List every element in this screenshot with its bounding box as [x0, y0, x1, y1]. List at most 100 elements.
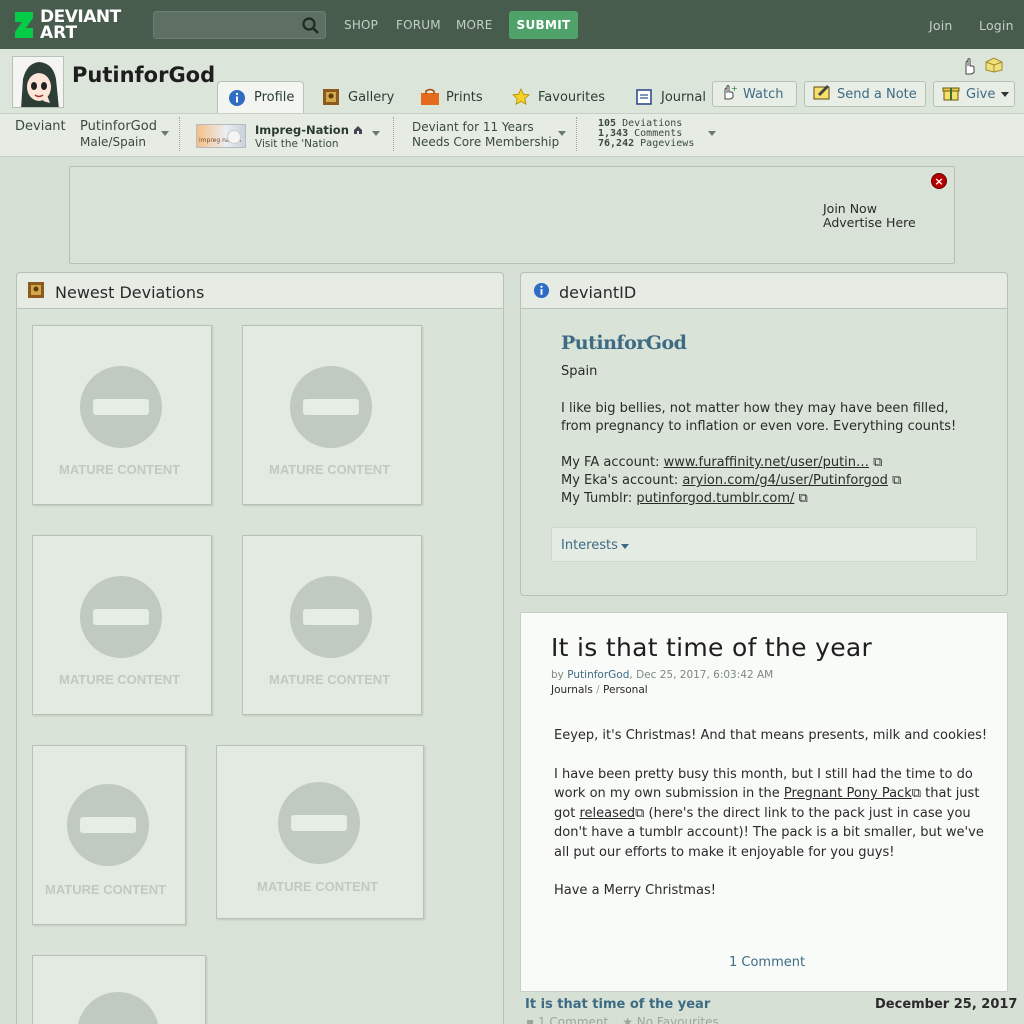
tab-prints-label: Prints	[446, 89, 483, 105]
favourite-stat[interactable]: ★ No Favourites	[622, 1015, 719, 1024]
pregnant-pony-pack-link[interactable]: Pregnant Pony Pack	[784, 786, 912, 801]
mature-content-bar	[80, 817, 136, 833]
deviantid-bio: I like big bellies, not matter how they …	[561, 401, 957, 434]
tumblr-link[interactable]: putinforgod.tumblr.com/	[636, 491, 794, 506]
forum-link[interactable]: FORUM	[396, 18, 441, 32]
mature-content-label: MATURE CONTENT	[257, 879, 379, 894]
comment-count: 1 Comment	[537, 1015, 609, 1024]
fa-account-link[interactable]: www.furaffinity.net/user/putin…	[664, 455, 869, 470]
deviantid-accounts: My FA account: www.furaffinity.net/user/…	[561, 454, 981, 508]
info-gender-location: Male/Spain	[80, 135, 146, 149]
mature-content-label: MATURE CONTENT	[59, 672, 181, 687]
journal-comments-link[interactable]: 1 Comment	[729, 955, 805, 970]
chevron-down-icon[interactable]	[558, 131, 566, 136]
shopping-bag-icon	[420, 88, 439, 106]
give-button-label: Give	[966, 86, 996, 102]
deviation-thumb[interactable]: MATURE CONTENT	[242, 535, 422, 715]
submit-button[interactable]: SUBMIT	[509, 11, 578, 39]
send-note-button[interactable]: Send a Note	[804, 81, 926, 107]
deviant-for: Deviant for 11 Years	[412, 120, 534, 134]
category-journals-link[interactable]: Journals	[551, 684, 593, 696]
deviant-label: Deviant	[15, 119, 66, 134]
chevron-down-icon	[1001, 91, 1010, 97]
gift-box-icon[interactable]	[985, 57, 1003, 77]
chevron-down-icon[interactable]	[708, 131, 716, 136]
mature-content-bar	[93, 399, 149, 415]
tab-favourites[interactable]: Favourites	[502, 81, 615, 113]
journal-footer-date: December 25, 2017	[875, 997, 1018, 1012]
logo-text-line2: ART	[40, 23, 78, 43]
avatar[interactable]	[12, 56, 64, 108]
shop-link[interactable]: SHOP	[344, 18, 378, 32]
external-link-icon: ⧉	[794, 491, 808, 506]
watch-button-label: Watch	[743, 86, 784, 102]
journal-footer-title[interactable]: It is that time of the year	[525, 997, 710, 1012]
more-link[interactable]: MORE	[456, 18, 493, 32]
deviation-thumb[interactable]	[32, 955, 206, 1024]
interests-toggle[interactable]: Interests	[551, 527, 977, 562]
deviation-thumb[interactable]: MATURE CONTENT	[242, 325, 422, 505]
tab-journal[interactable]: Journal	[625, 81, 716, 113]
group-name[interactable]: Impreg-Nation	[255, 123, 349, 137]
close-icon[interactable]: ×	[931, 173, 947, 189]
favourite-count: No Favourites	[636, 1015, 719, 1024]
gift-icon	[942, 83, 960, 105]
mature-content-label: MATURE CONTENT	[59, 462, 181, 477]
star-icon: ★	[622, 1015, 637, 1024]
ad-join-now[interactable]: Join Now	[823, 201, 877, 216]
stat-pageviews-count: 76,242	[598, 138, 635, 149]
join-link[interactable]: Join	[929, 18, 953, 33]
chevron-down-icon[interactable]	[372, 131, 380, 136]
note-icon	[813, 84, 831, 104]
search-input[interactable]	[153, 11, 326, 39]
group-subtitle[interactable]: Visit the 'Nation	[255, 138, 339, 150]
divider	[393, 117, 394, 151]
mature-content-label: MATURE CONTENT	[269, 672, 391, 687]
deviation-thumb[interactable]: MATURE CONTENT	[32, 745, 186, 925]
released-link[interactable]: released	[579, 806, 635, 821]
comment-stat[interactable]: ▪ 1 Comment	[526, 1015, 608, 1024]
mature-content-label: MATURE CONTENT	[45, 882, 167, 897]
comment-icon: ▪	[526, 1015, 538, 1024]
ad-advertise-here[interactable]: Advertise Here	[823, 215, 916, 230]
membership-status[interactable]: Needs Core Membership	[412, 135, 559, 149]
tab-prints[interactable]: Prints	[410, 81, 493, 113]
mature-content-bar	[303, 399, 359, 415]
journal-icon	[635, 88, 653, 106]
deviation-thumb[interactable]: MATURE CONTENT	[32, 325, 212, 505]
group-thumbnail[interactable]: impreg nation	[196, 124, 246, 148]
tab-profile[interactable]: Profile	[217, 81, 304, 113]
journal-author-link[interactable]: PutinforGod	[567, 669, 629, 681]
tab-gallery-label: Gallery	[348, 89, 395, 105]
mature-content-icon	[77, 992, 159, 1024]
chevron-down-icon[interactable]	[161, 131, 169, 136]
deviation-thumb[interactable]: MATURE CONTENT	[216, 745, 424, 919]
interests-label: Interests	[561, 538, 618, 553]
search-icon[interactable]	[301, 16, 321, 36]
deviantart-logo-icon	[13, 10, 35, 40]
external-link-icon: ⧉	[635, 805, 645, 821]
profile-username[interactable]: PutinforGod	[72, 63, 215, 87]
chevron-down-icon	[621, 544, 629, 549]
external-link-icon: ⧉	[887, 473, 902, 488]
give-button[interactable]: Give	[933, 81, 1015, 107]
journal-footer-stats: ▪ 1 Comment ★ No Favourites	[526, 1015, 719, 1024]
newest-deviations-title: Newest Deviations	[55, 283, 205, 302]
byline-by: by	[551, 669, 564, 681]
tab-gallery[interactable]: Gallery	[312, 81, 404, 113]
journal-title[interactable]: It is that time of the year	[551, 633, 872, 662]
account-label: My Eka's account:	[561, 473, 679, 488]
group-thumbnail-bubble	[227, 130, 241, 144]
eka-account-link[interactable]: aryion.com/g4/user/Putinforgod	[682, 473, 888, 488]
watch-button[interactable]: + Watch	[712, 81, 797, 107]
journal-paragraph: Eeyep, it's Christmas! And that means pr…	[554, 728, 988, 743]
journal-paragraph: Have a Merry Christmas!	[554, 883, 716, 898]
hand-icon[interactable]	[961, 57, 977, 79]
tab-profile-label: Profile	[254, 90, 295, 105]
category-personal-link[interactable]: Personal	[603, 684, 648, 696]
deviantart-logo[interactable]: DEVIANT ART	[13, 8, 131, 42]
deviation-thumb[interactable]: MATURE CONTENT	[32, 535, 212, 715]
info-icon	[533, 282, 550, 303]
login-link[interactable]: Login	[979, 18, 1014, 33]
mature-content-bar	[303, 609, 359, 625]
